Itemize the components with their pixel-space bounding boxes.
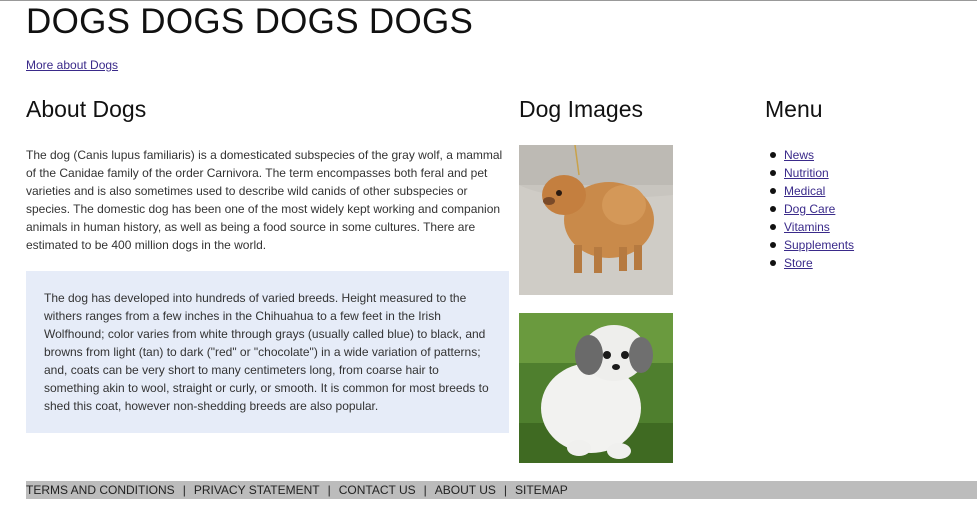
- menu-link-medical[interactable]: Medical: [784, 184, 825, 198]
- menu-link-supplements[interactable]: Supplements: [784, 238, 854, 252]
- bullet-icon: [770, 224, 776, 230]
- more-about-dogs-link[interactable]: More about Dogs: [26, 58, 118, 72]
- breeds-callout-text: The dog has developed into hundreds of v…: [44, 291, 489, 413]
- bullet-icon: [770, 206, 776, 212]
- menu-item-supplements: Supplements: [770, 236, 854, 254]
- bullet-icon: [770, 188, 776, 194]
- bullet-icon: [770, 170, 776, 176]
- footer-separator: |: [182, 483, 186, 497]
- footer-separator: |: [327, 483, 331, 497]
- menu-link-news[interactable]: News: [784, 148, 814, 162]
- menu-link-vitamins[interactable]: Vitamins: [784, 220, 830, 234]
- breeds-callout-box: The dog has developed into hundreds of v…: [26, 271, 509, 433]
- menu-heading: Menu: [765, 96, 823, 122]
- footer-link-privacy[interactable]: PRIVACY STATEMENT: [194, 483, 320, 497]
- menu-item-vitamins: Vitamins: [770, 218, 854, 236]
- menu-item-store: Store: [770, 254, 854, 272]
- about-intro-text: The dog (Canis lupus familiaris) is a do…: [26, 148, 503, 252]
- footer-separator: |: [423, 483, 427, 497]
- shih-tzu-puppy-photo: [519, 313, 673, 463]
- bullet-icon: [770, 152, 776, 158]
- menu-item-dog-care: Dog Care: [770, 200, 854, 218]
- footer-separator: |: [503, 483, 508, 497]
- menu-list: News Nutrition Medical Dog Care Vitamins…: [770, 146, 854, 272]
- menu-link-store[interactable]: Store: [784, 256, 813, 270]
- menu-link-dog-care[interactable]: Dog Care: [784, 202, 835, 216]
- menu-item-medical: Medical: [770, 182, 854, 200]
- about-heading: About Dogs: [26, 96, 147, 122]
- bullet-icon: [770, 260, 776, 266]
- footer-link-contact[interactable]: CONTACT US: [339, 483, 416, 497]
- footer-link-terms[interactable]: TERMS AND CONDITIONS: [26, 483, 175, 497]
- menu-link-nutrition[interactable]: Nutrition: [784, 166, 829, 180]
- menu-item-news: News: [770, 146, 854, 164]
- images-heading: Dog Images: [519, 96, 644, 122]
- footer-bar: TERMS AND CONDITIONS | PRIVACY STATEMENT | C…: [26, 481, 977, 499]
- footer-link-about[interactable]: ABOUT US: [435, 483, 496, 497]
- top-border: [0, 0, 977, 1]
- menu-item-nutrition: Nutrition: [770, 164, 854, 182]
- site-title: DOGS DOGS DOGS DOGS: [26, 2, 474, 41]
- bullet-icon: [770, 242, 776, 248]
- footer-link-sitemap[interactable]: SITEMAP: [515, 483, 568, 497]
- pomeranian-photo: [519, 145, 673, 295]
